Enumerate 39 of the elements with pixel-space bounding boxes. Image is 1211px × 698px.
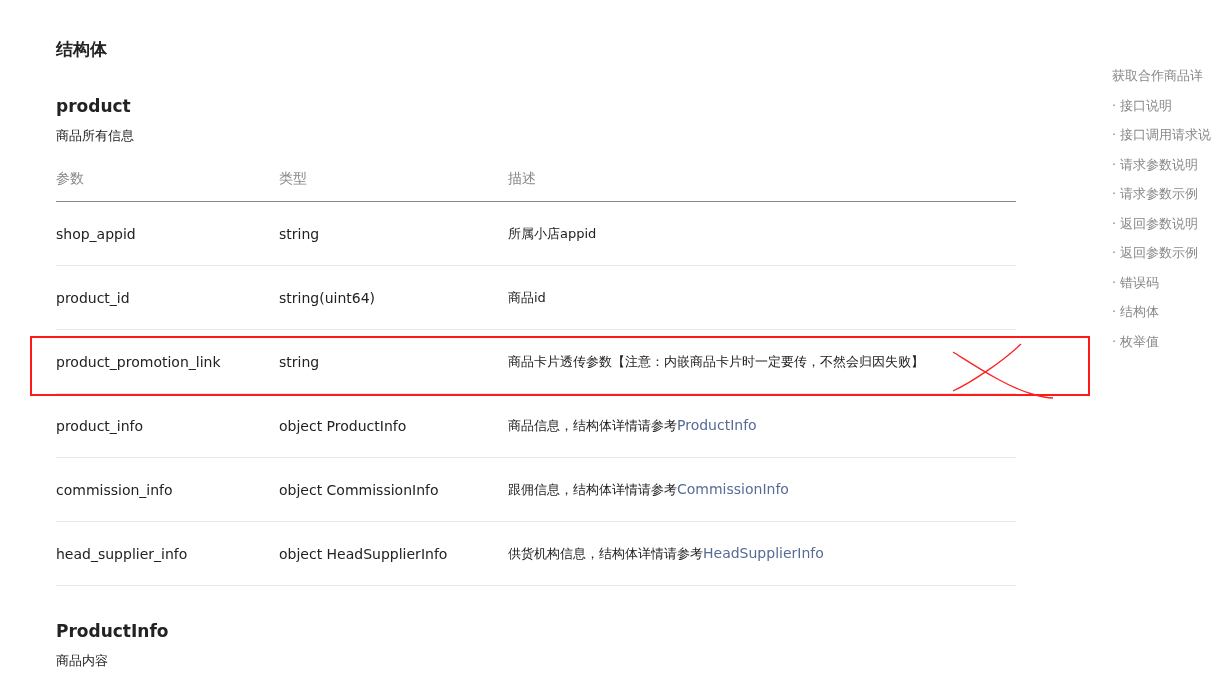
struct-link[interactable]: HeadSupplierInfo (703, 544, 824, 561)
table-cell: 所属小店appid (508, 225, 597, 241)
table-cell-text: product_info (56, 417, 145, 434)
toc-item[interactable]: · 错误码 (1112, 272, 1211, 293)
table-cell-text: product_id (56, 289, 131, 306)
struct-name: product (56, 95, 132, 118)
toc-title[interactable]: 获取合作商品详 (1112, 66, 1211, 86)
toc-item[interactable]: · 接口说明 (1112, 95, 1211, 116)
table-cell-text: string(uint64) (279, 289, 377, 306)
struct-link[interactable]: CommissionInfo (677, 480, 789, 497)
struct-name: ProductInfo (56, 620, 170, 643)
toc-item[interactable]: · 请求参数说明 (1112, 154, 1211, 175)
toc-item[interactable]: · 请求参数示例 (1112, 184, 1211, 204)
table-cell: 跟佣信息，结构体详情请参考 (508, 481, 677, 497)
toc-item[interactable]: · 返回参数说明 (1112, 213, 1211, 234)
table-cell: 商品信息，结构体详情请参考 (508, 417, 677, 433)
table-cell: 商品id (508, 289, 546, 305)
table-cell-text: shop_appid (56, 225, 137, 242)
section-title: 结构体 (56, 38, 108, 61)
table-cell-text: head_supplier_info (56, 545, 189, 562)
table-cell-text: product_promotion_link (56, 353, 222, 370)
table-cell-text: object CommissionInfo (279, 481, 440, 498)
table-cell-text: string (279, 225, 321, 242)
struct-description: 商品所有信息 (56, 127, 135, 145)
column-header: 类型 (279, 170, 308, 188)
table-cell-text: object ProductInfo (279, 417, 408, 434)
toc-item[interactable]: · 结构体 (1112, 302, 1211, 322)
toc-item[interactable]: · 接口调用请求说 (1112, 125, 1211, 145)
struct-description: 商品内容 (56, 652, 109, 670)
column-header: 描述 (508, 170, 537, 188)
column-header: 参数 (56, 170, 85, 188)
toc-item[interactable]: · 返回参数示例 (1112, 243, 1211, 263)
struct-link[interactable]: ProductInfo (677, 416, 757, 433)
table-cell: 供货机构信息，结构体详情请参考 (508, 545, 703, 561)
toc-item[interactable]: · 枚举值 (1112, 331, 1211, 352)
table-cell-text: commission_info (56, 481, 174, 498)
table-cell-text: object HeadSupplierInfo (279, 545, 449, 562)
table-cell: 商品卡片透传参数【注意：内嵌商品卡片时一定要传，不然会归因失败】 (508, 353, 924, 369)
table-cell-text: string (279, 353, 321, 370)
